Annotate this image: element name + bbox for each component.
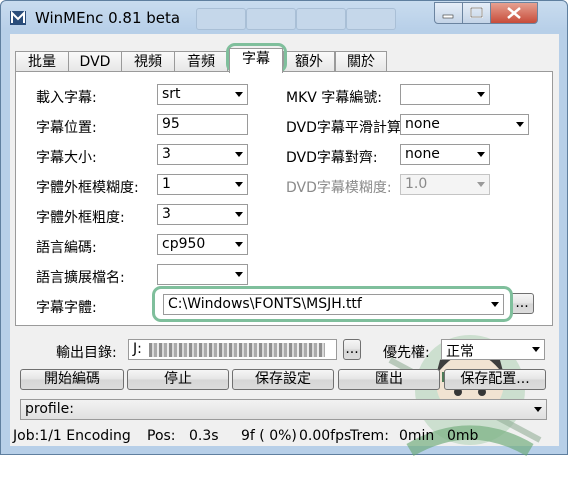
load-subtitle-value: srt (162, 86, 181, 102)
font-label: 字幕字體: (36, 300, 97, 316)
background-tab (246, 8, 296, 30)
maximize-button[interactable] (462, 2, 491, 24)
outline-thickness-label: 字體外框粗度: (36, 210, 125, 226)
minimize-button[interactable] (434, 2, 463, 24)
app-window: WinMEnc 0.81 beta 批量 DVD 視頻 音頻 字幕 額外 關於 … (0, 0, 568, 457)
tab-extra[interactable]: 額外 (283, 51, 335, 72)
tab-subtitle[interactable]: 字幕 (229, 48, 283, 73)
dvd-smooth-value: none (405, 116, 440, 132)
size-value: 3 (162, 146, 171, 162)
status-pos-label: Pos: (147, 428, 176, 444)
subtitle-panel: 載入字幕: srt 字幕位置: 95 字幕大小: 3 字體外框模糊度: 1 字體… (15, 71, 553, 326)
status-frames: 9f ( 0%) (241, 428, 297, 444)
dvd-align-label: DVD字幕對齊: (286, 150, 378, 166)
tab-video[interactable]: 視頻 (121, 51, 175, 72)
chevron-down-icon (230, 265, 247, 284)
output-dir-label: 輸出目錄: (56, 345, 117, 361)
status-trem-label: Trem: (350, 428, 389, 444)
tab-audio[interactable]: 音頻 (174, 51, 228, 72)
priority-select[interactable]: 正常 (441, 339, 545, 360)
outline-thickness-select[interactable]: 3 (157, 204, 248, 225)
chevron-down-icon (230, 235, 247, 254)
dvd-smooth-label: DVD字幕平滑計算: (286, 120, 401, 134)
encoding-select[interactable]: cp950 (157, 234, 248, 255)
output-dir-value: J: (133, 341, 142, 357)
background-tab (296, 8, 346, 30)
window-title: WinMEnc 0.81 beta (35, 9, 181, 27)
chevron-down-icon (472, 175, 489, 194)
font-highlight (152, 286, 513, 322)
close-button[interactable] (490, 2, 538, 24)
client-area: 批量 DVD 視頻 音頻 字幕 額外 關於 載入字幕: srt 字幕位置: 95… (10, 34, 559, 457)
tab-batch[interactable]: 批量 (15, 51, 69, 72)
size-label: 字幕大小: (36, 150, 97, 166)
encoding-label: 語言編碼: (36, 240, 97, 256)
minimize-icon (442, 14, 454, 19)
chevron-down-icon (230, 205, 247, 224)
extension-select[interactable] (157, 264, 248, 285)
stop-button[interactable]: 停止 (127, 369, 229, 390)
status-size: 0mb (447, 428, 479, 444)
export-button[interactable]: 匯出 (338, 369, 440, 390)
background-tab (346, 8, 396, 30)
output-dir-input[interactable]: J: (128, 339, 337, 360)
chevron-down-icon (529, 400, 546, 419)
priority-label: 優先權: (383, 345, 430, 361)
chevron-down-icon (230, 85, 247, 104)
save-settings-button[interactable]: 保存設定 (232, 369, 334, 390)
status-job: Job:1/1 Encoding (13, 428, 131, 444)
extension-label: 語言擴展檔名: (36, 270, 125, 286)
font-browse-button[interactable]: ... (510, 293, 534, 314)
load-subtitle-label: 載入字幕: (36, 90, 97, 106)
maximize-icon (470, 7, 483, 18)
dvd-blur-value: 1.0 (405, 176, 428, 192)
profile-value: profile: (25, 401, 74, 417)
dvd-blur-select: 1.0 (400, 174, 490, 195)
mkv-track-label: MKV 字幕編號: (286, 90, 383, 106)
position-input[interactable]: 95 (157, 114, 248, 135)
size-select[interactable]: 3 (157, 144, 248, 165)
chevron-down-icon (230, 175, 247, 194)
priority-value: 正常 (446, 344, 474, 360)
background-tab (196, 8, 246, 30)
position-label: 字幕位置: (36, 120, 97, 136)
outline-thickness-value: 3 (162, 206, 171, 222)
outline-blur-value: 1 (162, 176, 171, 192)
chevron-down-icon (511, 115, 528, 134)
chevron-down-icon (230, 145, 247, 164)
tab-dvd[interactable]: DVD (68, 51, 122, 72)
output-browse-button[interactable]: ... (343, 339, 361, 360)
start-encode-button[interactable]: 開始編碼 (20, 369, 124, 390)
dvd-align-select[interactable]: none (400, 144, 490, 165)
chevron-down-icon (472, 85, 489, 104)
load-subtitle-select[interactable]: srt (157, 84, 248, 105)
tab-about[interactable]: 關於 (335, 51, 387, 72)
position-value: 95 (162, 116, 180, 132)
close-icon (507, 7, 521, 19)
chevron-down-icon (472, 145, 489, 164)
status-fps: 0.00fps (299, 428, 352, 444)
profile-select[interactable]: profile: (20, 399, 547, 420)
save-config-button[interactable]: 保存配置... (444, 369, 546, 390)
redacted-path (149, 343, 325, 357)
status-pos-value: 0.3s (189, 428, 219, 444)
outline-blur-label: 字體外框模糊度: (36, 180, 139, 196)
chevron-down-icon (527, 340, 544, 359)
status-trem-value: 0min (399, 428, 435, 444)
app-icon (10, 11, 26, 25)
outline-blur-select[interactable]: 1 (157, 174, 248, 195)
encoding-value: cp950 (162, 236, 206, 252)
dvd-align-value: none (405, 146, 440, 162)
dvd-smooth-select[interactable]: none (400, 114, 529, 135)
mkv-track-select[interactable] (400, 84, 490, 105)
title-bar[interactable]: WinMEnc 0.81 beta (1, 1, 567, 35)
dvd-blur-label: DVD字幕模糊度: (286, 180, 392, 196)
